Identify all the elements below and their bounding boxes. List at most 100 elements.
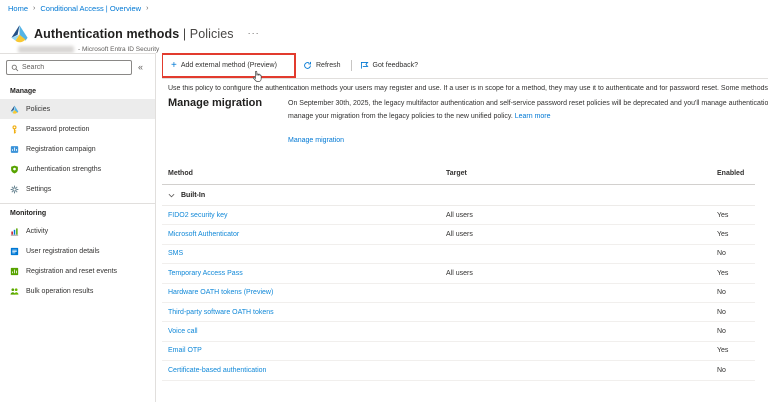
sidebar-item-label: Password protection — [26, 126, 89, 133]
toolbar-divider — [351, 60, 352, 71]
sidebar-item-label: Registration and reset events — [26, 268, 117, 275]
sidebar-item-user-registration-details[interactable]: User registration details — [0, 241, 155, 261]
method-link[interactable]: SMS — [168, 250, 183, 257]
target-cell: All users — [446, 270, 717, 277]
migration-line2: manage your migration from the legacy po… — [288, 111, 768, 124]
key-icon — [10, 125, 19, 134]
migration-line1: On September 30th, 2025, the legacy mult… — [288, 98, 768, 111]
table-row: Temporary Access Pass All users Yes — [162, 264, 755, 283]
breadcrumb-home-link[interactable]: Home — [8, 4, 28, 13]
sidebar: « Manage Policies Password protection Regi… — [0, 53, 156, 402]
column-header-target: Target — [446, 170, 717, 177]
enabled-cell: No — [717, 309, 755, 316]
feedback-label: Got feedback? — [373, 62, 419, 69]
sidebar-item-label: Activity — [26, 228, 48, 235]
sidebar-item-password-protection[interactable]: Password protection — [0, 119, 155, 139]
table-body: FIDO2 security key All users Yes Microso… — [162, 206, 755, 381]
table-row: Voice call No — [162, 322, 755, 341]
enabled-cell: No — [717, 289, 755, 296]
add-icon: + — [171, 61, 177, 71]
enabled-cell: No — [717, 328, 755, 335]
authentication-methods-page: Home › Conditional Access | Overview › A… — [0, 0, 768, 402]
sidebar-item-label: Authentication strengths — [26, 166, 101, 173]
table-row: Third-party software OATH tokens No — [162, 303, 755, 322]
events-icon — [10, 267, 19, 276]
list-icon — [10, 247, 19, 256]
manage-migration-heading: Manage migration — [168, 97, 262, 109]
migration-paragraph: On September 30th, 2025, the legacy mult… — [288, 98, 768, 123]
sidebar-item-authentication-strengths[interactable]: Authentication strengths — [0, 159, 155, 179]
chart-icon — [10, 227, 19, 236]
table-row: Microsoft Authenticator All users Yes — [162, 225, 755, 244]
ellipsis-more-button[interactable]: ··· — [246, 27, 262, 40]
sidebar-sections: Manage Policies Password protection Regist… — [0, 82, 155, 301]
got-feedback-button[interactable]: Got feedback? — [360, 61, 419, 70]
enabled-cell: Yes — [717, 231, 755, 238]
people-icon — [10, 287, 19, 296]
feedback-icon — [360, 61, 369, 70]
target-cell: All users — [446, 231, 717, 238]
sidebar-item-label: Settings — [26, 186, 51, 193]
title-bar: Authentication methods | Policies ··· — [10, 24, 262, 43]
subtitle-text: - Microsoft Entra ID Security — [78, 46, 159, 53]
refresh-button[interactable]: Refresh — [303, 61, 341, 70]
methods-table: Method Target Enabled Built-In FIDO2 sec… — [162, 163, 755, 381]
sidebar-item-settings[interactable]: Settings — [0, 179, 155, 199]
table-row: SMS No — [162, 245, 755, 264]
table-row: Certificate-based authentication No — [162, 361, 755, 380]
search-icon — [11, 64, 19, 72]
method-link[interactable]: Microsoft Authenticator — [168, 231, 239, 238]
sidebar-item-policies[interactable]: Policies — [0, 99, 155, 119]
enabled-cell: Yes — [717, 212, 755, 219]
sidebar-item-bulk-operation-results[interactable]: Bulk operation results — [0, 281, 155, 301]
built-in-group-row: Built-In — [162, 185, 755, 206]
method-link[interactable]: Temporary Access Pass — [168, 270, 243, 277]
main-content: + Add external method (Preview) Refresh … — [162, 53, 768, 402]
entra-icon — [10, 105, 19, 114]
page-title: Authentication methods | Policies — [34, 27, 234, 41]
refresh-icon — [303, 61, 312, 70]
built-in-group-label: Built-In — [181, 192, 205, 199]
sidebar-section-header: Monitoring — [0, 204, 155, 221]
shield-icon — [10, 165, 19, 174]
method-link[interactable]: Hardware OATH tokens (Preview) — [168, 289, 273, 296]
add-external-method-button[interactable]: + Add external method (Preview) — [162, 61, 295, 71]
sidebar-nav: Manage Policies Password protection Regist… — [0, 82, 155, 301]
enabled-cell: No — [717, 367, 755, 374]
chevron-down-icon — [168, 192, 175, 199]
target-cell: All users — [446, 212, 717, 219]
enabled-cell: No — [717, 250, 755, 257]
sidebar-item-label: Policies — [26, 106, 50, 113]
sidebar-search — [6, 60, 132, 75]
enabled-cell: Yes — [717, 270, 755, 277]
enabled-cell: Yes — [717, 347, 755, 354]
sidebar-item-activity[interactable]: Activity — [0, 221, 155, 241]
table-row: Email OTP Yes — [162, 342, 755, 361]
built-in-group-toggle[interactable]: Built-In — [168, 192, 446, 199]
search-input[interactable] — [22, 64, 127, 71]
redacted-tenant-name — [18, 46, 74, 53]
sidebar-item-registration-campaign[interactable]: Registration campaign — [0, 139, 155, 159]
method-link[interactable]: Email OTP — [168, 347, 202, 354]
form-icon — [10, 145, 19, 154]
policy-description: Use this policy to configure the authent… — [168, 85, 768, 92]
refresh-label: Refresh — [316, 62, 341, 69]
method-link[interactable]: Certificate-based authentication — [168, 367, 266, 374]
method-link[interactable]: Voice call — [168, 328, 198, 335]
gear-icon — [10, 185, 19, 194]
column-header-method: Method — [168, 170, 446, 177]
method-link[interactable]: FIDO2 security key — [168, 212, 228, 219]
sidebar-section-header: Manage — [0, 82, 155, 99]
method-link[interactable]: Third-party software OATH tokens — [168, 309, 274, 316]
sidebar-item-label: User registration details — [26, 248, 100, 255]
chevron-right-icon: › — [146, 5, 148, 12]
table-header-row: Method Target Enabled — [162, 163, 755, 185]
breadcrumb-conditional-access-link[interactable]: Conditional Access | Overview — [40, 4, 141, 13]
collapse-sidebar-icon[interactable]: « — [138, 63, 143, 72]
manage-migration-link[interactable]: Manage migration — [288, 137, 344, 144]
learn-more-link[interactable]: Learn more — [515, 113, 551, 120]
sidebar-item-label: Bulk operation results — [26, 288, 93, 295]
column-header-enabled: Enabled — [717, 170, 755, 177]
page-subtitle: - Microsoft Entra ID Security — [18, 46, 159, 53]
sidebar-item-registration-and-reset-events[interactable]: Registration and reset events — [0, 261, 155, 281]
